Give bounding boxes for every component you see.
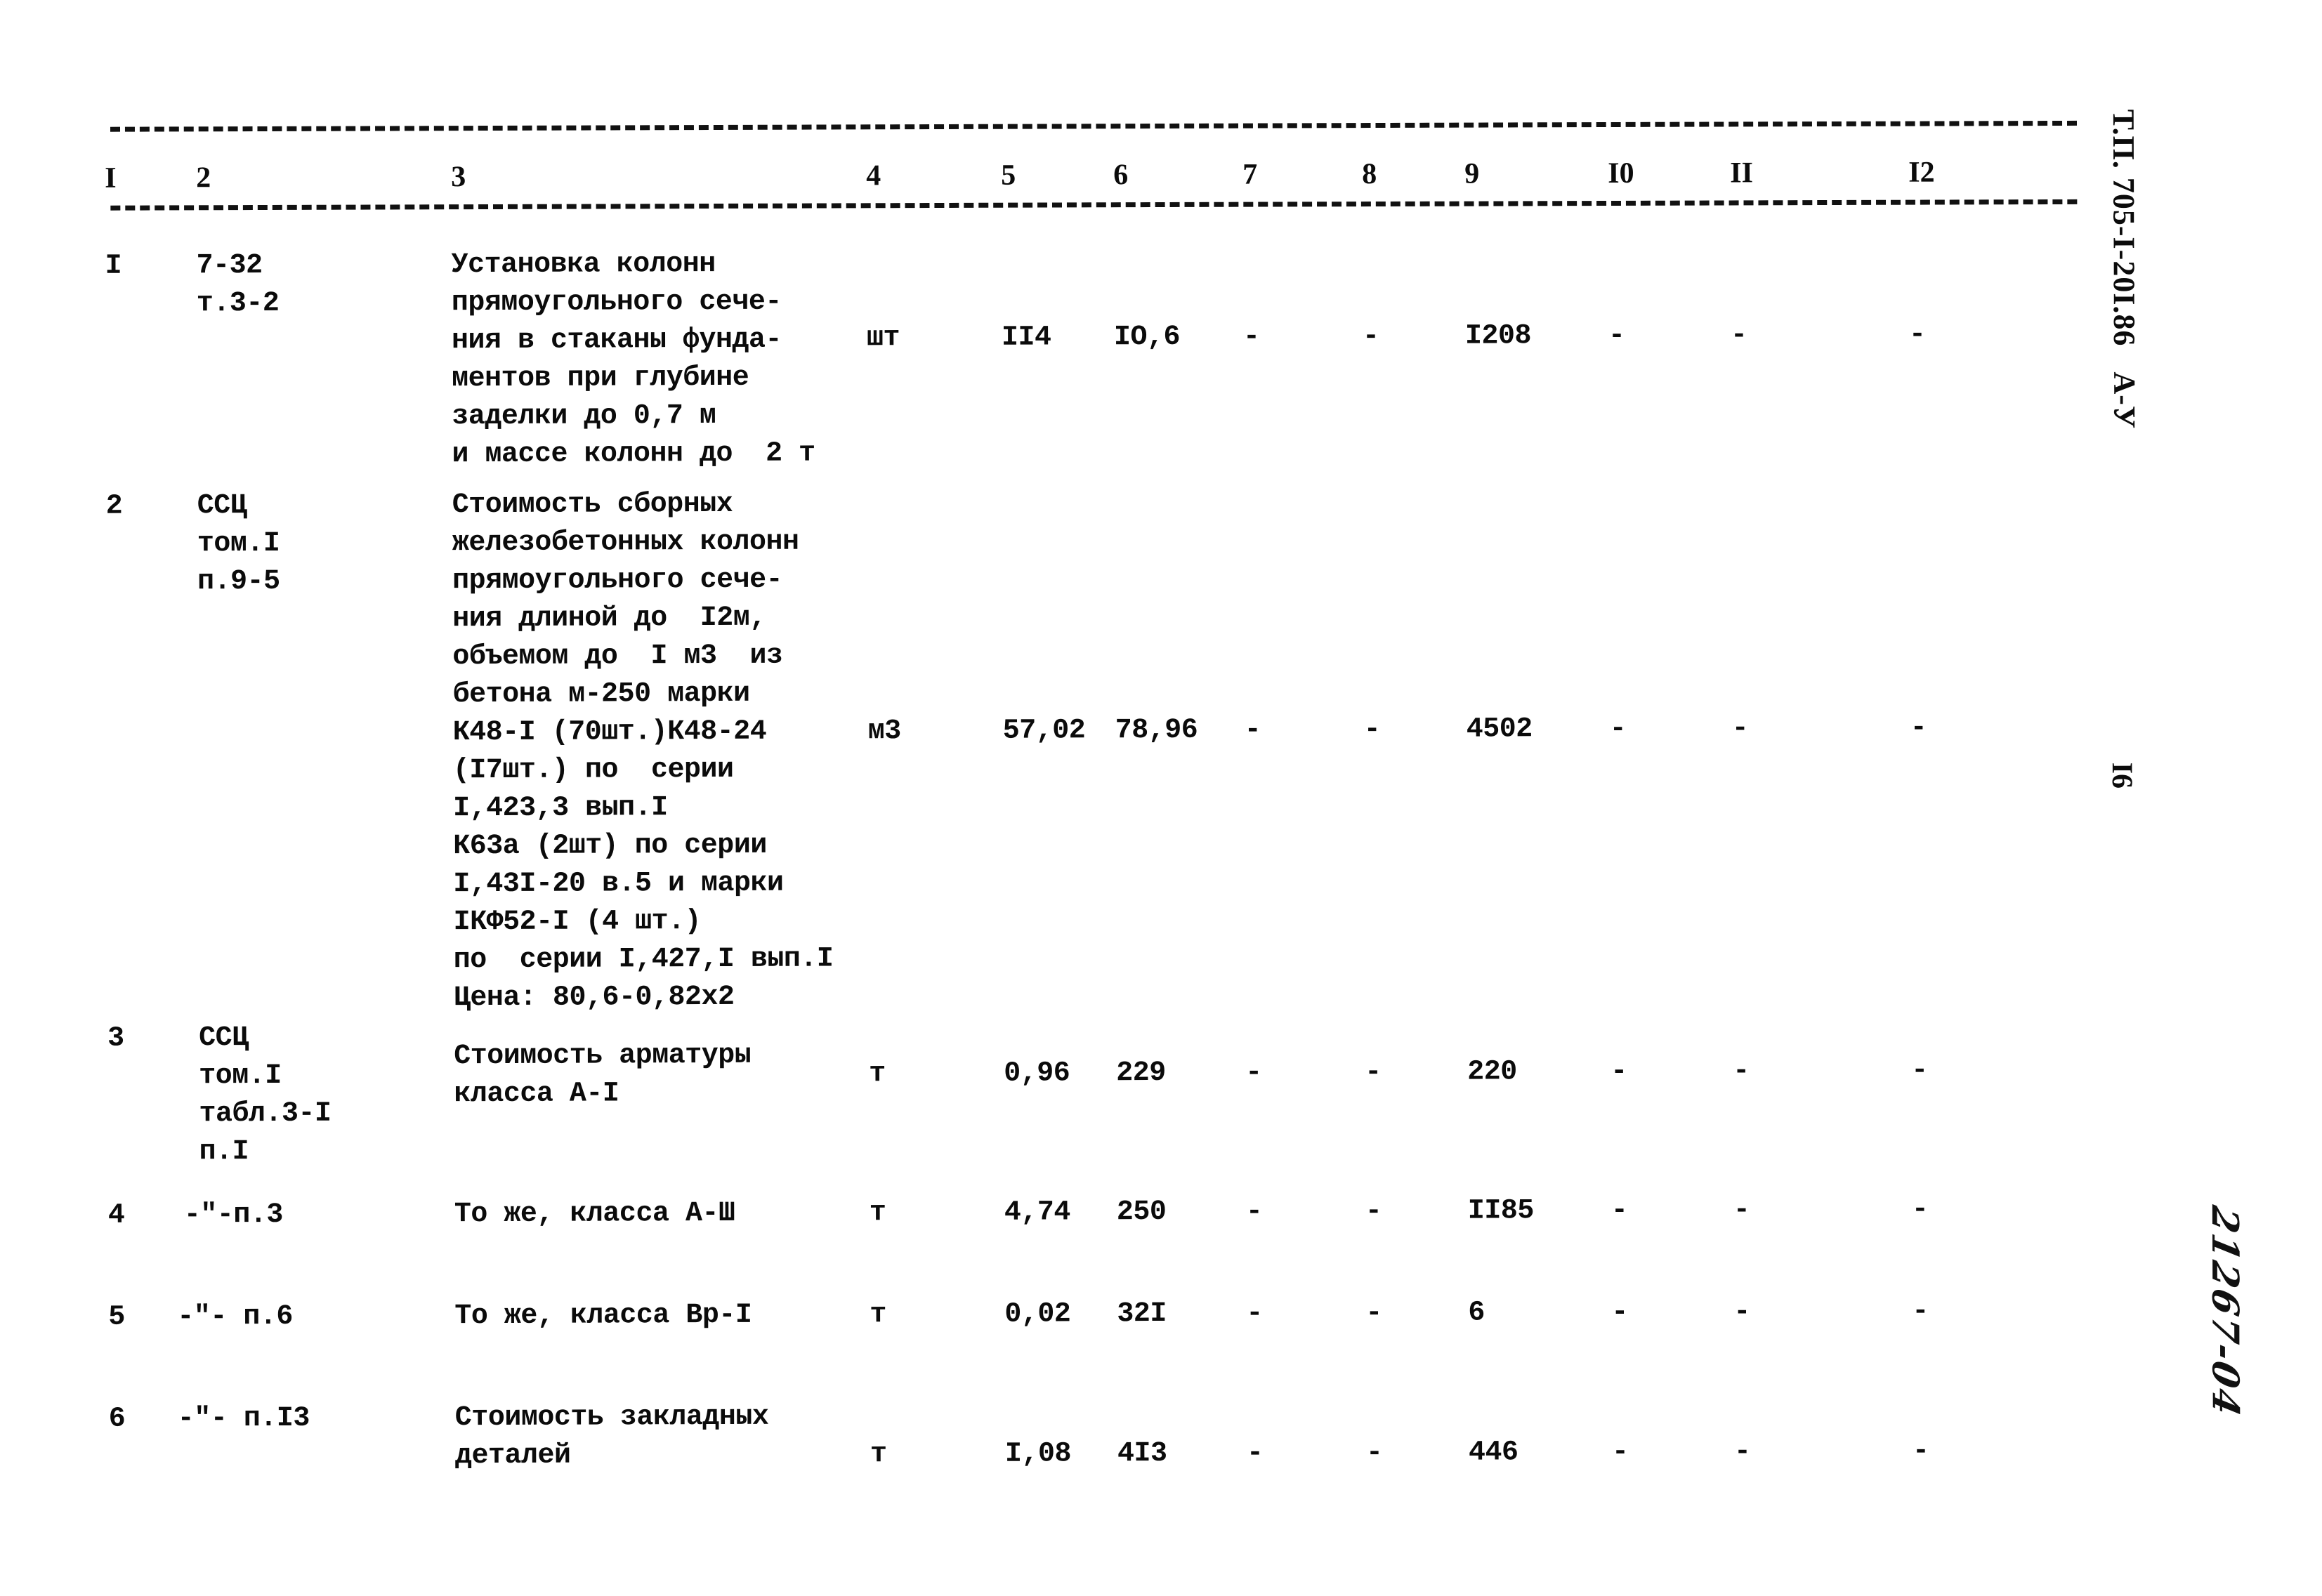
row-3-description: Стоимость арматуры класса А-I [454,1039,752,1111]
column-header-2: 2 [196,161,211,194]
column-header-10: I0 [1608,157,1634,190]
row-1-col7: - [1242,321,1260,353]
row-1-total: I208 [1464,320,1532,352]
row-6-number: 6 [108,1403,126,1435]
column-header-5: 5 [1001,159,1016,192]
row-2-justification: ССЦ том.I п.9-5 [197,490,280,598]
page-tilt-wrapper: I 2 3 4 5 6 7 8 9 I0 II I2 I 7-32 т.3-2 … [0,0,2322,1596]
row-3-col8: - [1365,1057,1382,1089]
row-4-description: То же, класса А-Ш [454,1197,735,1231]
column-header-3: 3 [451,161,466,194]
row-6-description: Стоимость закладных деталей [454,1401,769,1472]
row-5-number: 5 [108,1301,125,1333]
row-3-col11: - [1733,1055,1750,1088]
row-2-col11: - [1731,713,1749,745]
row-5-col11: - [1733,1296,1750,1328]
row-2-col10: - [1609,713,1627,745]
row-1-justification: 7-32 т.3-2 [196,250,280,320]
row-2-col7: - [1244,714,1261,746]
row-2-number: 2 [105,490,123,522]
row-6-col12: - [1912,1435,1929,1468]
row-6-price: 4I3 [1117,1437,1167,1470]
column-header-8: 8 [1362,158,1377,191]
row-5-price: 32I [1117,1298,1167,1331]
column-header-9: 9 [1464,157,1480,190]
row-1-quantity: II4 [1001,322,1051,354]
row-6-col11: - [1733,1436,1751,1468]
row-6-quantity: I,08 [1004,1438,1072,1470]
column-header-11: II [1730,157,1753,190]
row-6-col8: - [1365,1437,1383,1470]
row-1-description: Установка колонн прямоугольного сече- ни… [451,248,815,471]
row-5-quantity: 0,02 [1004,1298,1071,1331]
row-3-number: 3 [107,1022,124,1055]
row-4-total: II85 [1467,1195,1534,1227]
row-4-price: 250 [1116,1196,1167,1229]
row-1-col8: - [1362,321,1379,353]
column-header-6: 6 [1113,159,1129,192]
row-3-unit: т [869,1058,886,1090]
row-2-col8: - [1363,714,1381,746]
row-1-col11: - [1730,319,1747,352]
row-3-col12: - [1911,1055,1928,1087]
row-6-col7: - [1246,1437,1264,1470]
row-5-col10: - [1611,1296,1628,1328]
row-3-justification: ССЦ том.I табл.3-I п.I [199,1022,332,1168]
row-5-col7: - [1246,1298,1263,1330]
row-5-col12: - [1912,1295,1929,1328]
row-5-col8: - [1365,1298,1382,1330]
row-1-col10: - [1608,319,1625,352]
row-5-justification: -"- п.6 [177,1300,293,1333]
row-1-number: I [105,250,122,282]
row-6-col10: - [1611,1436,1629,1468]
row-6-unit: т [870,1439,887,1471]
row-4-col12: - [1911,1194,1929,1226]
row-5-total: 6 [1468,1297,1485,1329]
row-2-description: Стоимость сборных железобетонных колонн … [452,488,834,1015]
row-2-price: 78,96 [1115,714,1198,747]
column-header-1: I [105,161,117,194]
row-1-price: IO,6 [1113,321,1181,354]
row-2-quantity: 57,02 [1002,715,1086,747]
row-3-col7: - [1245,1057,1262,1089]
row-6-total: 446 [1468,1437,1519,1469]
row-4-col10: - [1611,1194,1628,1227]
row-4-unit: т [869,1197,886,1229]
row-2-col12: - [1910,712,1927,744]
archive-mark-handwritten: 21267-04 [2203,1202,2247,1422]
row-3-price: 229 [1116,1057,1166,1090]
column-header-4: 4 [866,159,881,192]
row-2-unit: м3 [867,715,901,748]
row-3-col10: - [1611,1055,1627,1088]
row-5-description: То же, класса Вр-I [454,1299,752,1333]
estimate-table: I 2 3 4 5 6 7 8 9 I0 II I2 I 7-32 т.3-2 … [0,0,2322,1596]
row-4-quantity: 4,74 [1004,1196,1070,1229]
row-4-col7: - [1245,1196,1263,1228]
row-1-unit: шт [866,322,900,355]
side-document-code: Т.П. 705-I-20I.86 А-У [2106,109,2142,430]
scanned-page: I 2 3 4 5 6 7 8 9 I0 II I2 I 7-32 т.3-2 … [0,0,2322,1592]
row-4-col8: - [1365,1196,1382,1228]
side-page-number: I6 [2105,762,2138,789]
row-4-justification: -"-п.3 [183,1199,283,1232]
row-6-justification: -"- п.I3 [177,1402,310,1435]
row-2-total: 4502 [1466,713,1533,746]
row-3-total: 220 [1467,1056,1517,1088]
row-4-number: 4 [107,1199,125,1232]
row-3-quantity: 0,96 [1004,1057,1070,1090]
column-header-7: 7 [1242,158,1258,191]
column-header-12: I2 [1908,156,1935,189]
row-4-col11: - [1733,1194,1750,1227]
row-5-unit: т [870,1299,886,1331]
row-1-col12: - [1908,319,1926,351]
